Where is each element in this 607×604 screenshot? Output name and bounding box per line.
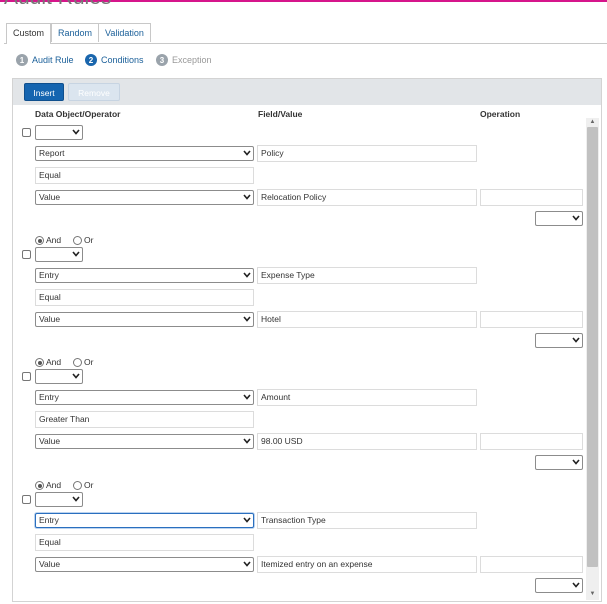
step-audit-rule[interactable]: 1 Audit Rule	[16, 53, 74, 67]
chevron-down-icon	[243, 272, 251, 279]
data-object-select-value: Entry	[39, 392, 59, 402]
logic-and-label: And	[46, 357, 62, 367]
step-number-badge: 1	[16, 54, 28, 66]
logic-and-radio[interactable]	[35, 236, 44, 245]
chevron-down-icon	[243, 194, 251, 201]
tab-custom[interactable]: Custom	[6, 23, 52, 44]
column-header-data-object: Data Object/Operator	[35, 109, 121, 119]
field-input[interactable]: Amount	[257, 389, 477, 406]
data-object-select-value: Report	[39, 148, 65, 158]
condition-checkbox[interactable]	[22, 372, 31, 381]
chevron-down-icon	[572, 582, 580, 589]
logic-or-radio[interactable]	[73, 236, 82, 245]
chevron-down-icon	[72, 251, 80, 258]
logic-and-label: And	[46, 480, 62, 490]
data-object-select[interactable]: Report	[35, 146, 254, 161]
condition-checkbox[interactable]	[22, 128, 31, 137]
logic-and-radio[interactable]	[35, 358, 44, 367]
tab-validation[interactable]: Validation	[98, 23, 151, 42]
value-type-select[interactable]: Value	[35, 434, 254, 449]
paren-select[interactable]	[35, 492, 83, 507]
logic-and-radio[interactable]	[35, 481, 44, 490]
operation-input[interactable]	[480, 311, 583, 328]
condition-checkbox[interactable]	[22, 250, 31, 259]
tab-random[interactable]: Random	[51, 23, 100, 42]
close-paren-select[interactable]	[535, 211, 583, 226]
logic-or-radio[interactable]	[73, 358, 82, 367]
field-input[interactable]: Transaction Type	[257, 512, 477, 529]
value-type-select-value: Value	[39, 192, 61, 202]
value-input[interactable]: Hotel	[257, 311, 477, 328]
condition-checkbox[interactable]	[22, 495, 31, 504]
logic-or-label: Or	[84, 480, 94, 490]
step-number-badge: 2	[85, 54, 97, 66]
paren-select[interactable]	[35, 125, 83, 140]
close-paren-select[interactable]	[535, 333, 583, 348]
value-type-select-value: Value	[39, 314, 61, 324]
close-paren-select[interactable]	[535, 455, 583, 470]
data-object-select-value: Entry	[39, 270, 59, 280]
scrollbar-thumb[interactable]	[587, 127, 598, 567]
data-object-select[interactable]: Entry	[35, 268, 254, 283]
column-header-field-value: Field/Value	[258, 109, 303, 119]
step-conditions[interactable]: 2 Conditions	[85, 53, 144, 67]
chevron-down-icon	[72, 373, 80, 380]
value-type-select[interactable]: Value	[35, 312, 254, 327]
chevron-down-icon	[243, 561, 251, 568]
page-title: Audit Rules	[4, 0, 111, 10]
scroll-up-arrow-icon[interactable]: ▲	[586, 118, 599, 126]
paren-select[interactable]	[35, 247, 83, 262]
close-paren-select[interactable]	[535, 578, 583, 593]
scroll-down-arrow-icon[interactable]: ▼	[586, 590, 599, 598]
step-exception: 3 Exception	[156, 53, 212, 67]
chevron-down-icon	[243, 394, 251, 401]
column-header-operation: Operation	[480, 109, 521, 119]
chevron-down-icon	[243, 316, 251, 323]
data-object-select-value: Entry	[39, 515, 59, 525]
chevron-down-icon	[243, 517, 251, 524]
operation-input[interactable]	[480, 189, 583, 206]
value-input[interactable]: Relocation Policy	[257, 189, 477, 206]
chevron-down-icon	[572, 459, 580, 466]
paren-select[interactable]	[35, 369, 83, 384]
step-label: Conditions	[101, 55, 144, 65]
value-type-select-value: Value	[39, 559, 61, 569]
value-type-select-value: Value	[39, 436, 61, 446]
chevron-down-icon	[72, 496, 80, 503]
logic-or-label: Or	[84, 357, 94, 367]
insert-button[interactable]: Insert	[24, 83, 64, 101]
step-number-badge: 3	[156, 54, 168, 66]
operation-input[interactable]	[480, 433, 583, 450]
chevron-down-icon	[572, 337, 580, 344]
value-type-select[interactable]: Value	[35, 190, 254, 205]
value-input[interactable]: Itemized entry on an expense	[257, 556, 477, 573]
logic-or-radio[interactable]	[73, 481, 82, 490]
chevron-down-icon	[572, 215, 580, 222]
operation-input[interactable]	[480, 556, 583, 573]
chevron-down-icon	[243, 438, 251, 445]
data-object-select[interactable]: Entry	[35, 390, 254, 405]
value-input[interactable]: 98.00 USD	[257, 433, 477, 450]
operator-field[interactable]: Equal	[35, 289, 254, 306]
chevron-down-icon	[72, 129, 80, 136]
remove-button: Remove	[68, 83, 120, 101]
operator-field[interactable]: Equal	[35, 167, 254, 184]
operator-field[interactable]: Equal	[35, 534, 254, 551]
operator-field[interactable]: Greater Than	[35, 411, 254, 428]
chevron-down-icon	[243, 150, 251, 157]
step-label: Exception	[172, 55, 212, 65]
value-type-select[interactable]: Value	[35, 557, 254, 572]
field-input[interactable]: Expense Type	[257, 267, 477, 284]
data-object-select[interactable]: Entry	[35, 513, 254, 528]
field-input[interactable]: Policy	[257, 145, 477, 162]
logic-or-label: Or	[84, 235, 94, 245]
tabs-divider	[4, 43, 607, 44]
step-label: Audit Rule	[32, 55, 74, 65]
logic-and-label: And	[46, 235, 62, 245]
